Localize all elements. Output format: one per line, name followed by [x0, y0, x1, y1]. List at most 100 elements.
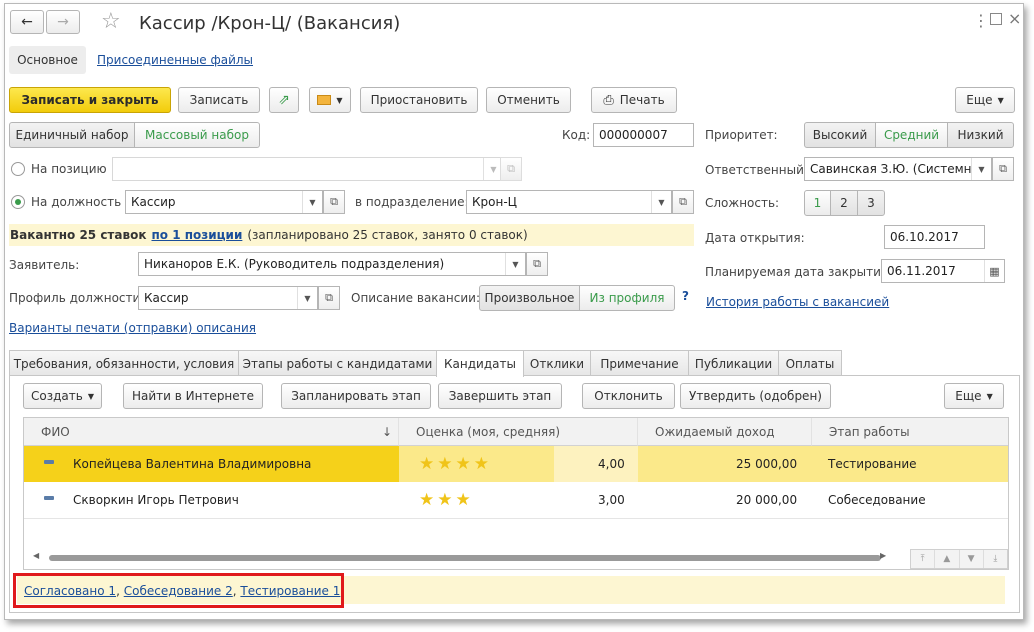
applicant-open-button[interactable]: ⧉ — [526, 252, 548, 276]
scroll-right-icon[interactable]: ▶ — [880, 551, 886, 560]
chevron-down-icon[interactable]: ▼ — [651, 191, 671, 213]
testing-link[interactable]: Тестирование 1 — [240, 584, 340, 598]
horizontal-scrollbar[interactable] — [49, 555, 881, 561]
description-label: Описание вакансии: — [351, 291, 480, 305]
window-menu-icon[interactable]: ⋮ — [973, 11, 989, 30]
vacancy-positions-link[interactable]: по 1 позиции — [151, 228, 242, 242]
complexity-1-label: 1 — [813, 196, 822, 210]
by-position-radio[interactable] — [11, 162, 25, 176]
priority-high-button[interactable]: Высокий — [804, 122, 876, 148]
print-button[interactable]: ⎙ Печать — [591, 87, 677, 113]
chevron-down-icon: ▼ — [336, 95, 343, 105]
position-open-button[interactable]: ⧉ — [500, 157, 522, 181]
grid-nav-buttons: ⤒ ▲ ▼ ⤓ — [910, 549, 1008, 569]
priority-medium-button[interactable]: Средний — [875, 122, 948, 148]
responsible-open-button[interactable]: ⧉ — [992, 157, 1014, 181]
profile-open-button[interactable]: ⧉ — [318, 286, 340, 310]
tab-stages-label: Этапы работы с кандидатами — [242, 356, 433, 371]
plan-stage-button[interactable]: Запланировать этап — [281, 383, 431, 409]
column-header-score-label: Оценка (моя, средняя) — [416, 424, 561, 439]
mass-recruitment-button[interactable]: Массовый набор — [134, 122, 260, 148]
dept-value: Крон-Ц — [472, 195, 517, 209]
responsible-value: Савинская З.Ю. (Системный — [810, 162, 971, 176]
calendar-icon[interactable]: ▦ — [984, 260, 1004, 282]
chevron-down-icon[interactable]: ▼ — [297, 287, 317, 309]
column-header-name[interactable]: ФИО ↓ — [24, 418, 399, 446]
tab-publications[interactable]: Публикации — [688, 350, 779, 376]
tab-payments[interactable]: Оплаты — [778, 350, 842, 376]
single-recruitment-button[interactable]: Единичный набор — [9, 122, 135, 148]
profile-field[interactable]: Кассир ▼ — [138, 286, 318, 310]
save-button[interactable]: Записать — [178, 87, 260, 113]
scroll-up-icon[interactable]: ▲ — [935, 550, 960, 568]
interview-link[interactable]: Собеседование 2 — [124, 584, 233, 598]
email-button[interactable]: ▼ — [309, 87, 351, 113]
post-field[interactable]: Кассир ▼ — [125, 190, 323, 214]
create-button[interactable]: Создать ▼ — [23, 383, 102, 409]
close-date-field[interactable]: 06.11.2017 ▦ — [881, 259, 1005, 283]
favorite-star-icon[interactable]: ☆ — [101, 9, 121, 34]
close-icon[interactable]: × — [1008, 9, 1021, 28]
chevron-down-icon[interactable]: ▼ — [971, 158, 991, 180]
maximize-icon[interactable] — [990, 13, 1002, 25]
responsible-field[interactable]: Савинская З.Ю. (Системный ▼ — [804, 157, 992, 181]
summary-separator: , — [116, 584, 120, 598]
scroll-left-icon[interactable]: ◀ — [33, 551, 39, 560]
dept-field[interactable]: Крон-Ц ▼ — [466, 190, 672, 214]
complexity-1-button[interactable]: 1 — [804, 190, 831, 216]
profile-label: Профиль должности: — [9, 291, 145, 305]
candidates-more-button[interactable]: Еще ▼ — [944, 383, 1004, 409]
tab-stages[interactable]: Этапы работы с кандидатами — [238, 350, 437, 376]
chevron-down-icon: ▼ — [986, 391, 993, 401]
column-header-income[interactable]: Ожидаемый доход — [638, 418, 812, 446]
dept-open-button[interactable]: ⧉ — [672, 190, 694, 214]
table-row[interactable]: Копейцева Валентина Владимировна ★★★★ 4,… — [24, 446, 1008, 482]
chevron-down-icon[interactable]: ▼ — [505, 253, 525, 275]
complexity-label: Сложность: — [705, 196, 780, 210]
priority-label: Приоритет: — [705, 128, 778, 142]
position-field[interactable]: ▼ — [112, 157, 504, 181]
tab-main[interactable]: Основное — [9, 46, 86, 74]
finish-stage-button[interactable]: Завершить этап — [438, 383, 562, 409]
scroll-down-icon[interactable]: ▼ — [960, 550, 984, 568]
suspend-button[interactable]: Приостановить — [360, 87, 478, 113]
post-open-button[interactable]: ⧉ — [323, 190, 345, 214]
approve-button[interactable]: Утвердить (одобрен) — [680, 383, 831, 409]
vacancy-info-bar: Вакантно 25 ставок по 1 позиции (заплани… — [9, 224, 694, 246]
scroll-bottom-icon[interactable]: ⤓ — [984, 550, 1007, 568]
tab-attached-files[interactable]: Присоединенные файлы — [97, 53, 253, 67]
scroll-top-icon[interactable]: ⤒ — [911, 550, 936, 568]
column-header-score[interactable]: Оценка (моя, средняя) — [399, 418, 638, 446]
chevron-down-icon[interactable]: ▼ — [302, 191, 322, 213]
complexity-2-button[interactable]: 2 — [830, 190, 858, 216]
tab-responses[interactable]: Отклики — [523, 350, 591, 376]
find-internet-button[interactable]: Найти в Интернете — [123, 383, 263, 409]
open-date-field[interactable]: 06.10.2017 — [884, 225, 985, 249]
cancel-button[interactable]: Отменить — [486, 87, 571, 113]
help-icon[interactable]: ? — [682, 289, 689, 303]
more-label: Еще — [966, 93, 993, 107]
tab-notes[interactable]: Примечание — [590, 350, 689, 376]
forward-button[interactable]: → — [46, 10, 80, 34]
priority-low-button[interactable]: Низкий — [947, 122, 1014, 148]
code-field[interactable]: 000000007 — [593, 123, 694, 147]
description-from-profile-button[interactable]: Из профиля — [579, 285, 675, 311]
tab-requirements[interactable]: Требования, обязанности, условия — [9, 350, 239, 376]
create-label: Создать — [31, 389, 83, 403]
dept-label: в подразделение: — [355, 195, 469, 209]
tab-candidates[interactable]: Кандидаты — [436, 350, 524, 377]
reject-button[interactable]: Отклонить — [582, 383, 675, 409]
table-row[interactable]: Скворкин Игорь Петрович ★★★ 3,00 20 000,… — [24, 482, 1008, 518]
more-button[interactable]: Еще ▼ — [955, 87, 1015, 113]
back-button[interactable]: ← — [10, 10, 44, 34]
vacancy-history-link[interactable]: История работы с вакансией — [706, 295, 889, 309]
print-variants-link[interactable]: Варианты печати (отправки) описания — [9, 321, 256, 335]
applicant-field[interactable]: Никаноров Е.К. (Руководитель подразделен… — [138, 252, 526, 276]
agreed-link[interactable]: Согласовано 1 — [24, 584, 116, 598]
open-external-button[interactable]: ⇗ — [269, 87, 299, 113]
by-post-radio[interactable] — [11, 195, 25, 209]
save-and-close-button[interactable]: Записать и закрыть — [9, 87, 171, 113]
column-header-stage[interactable]: Этап работы — [812, 418, 1008, 446]
description-free-button[interactable]: Произвольное — [479, 285, 580, 311]
complexity-3-button[interactable]: 3 — [857, 190, 885, 216]
